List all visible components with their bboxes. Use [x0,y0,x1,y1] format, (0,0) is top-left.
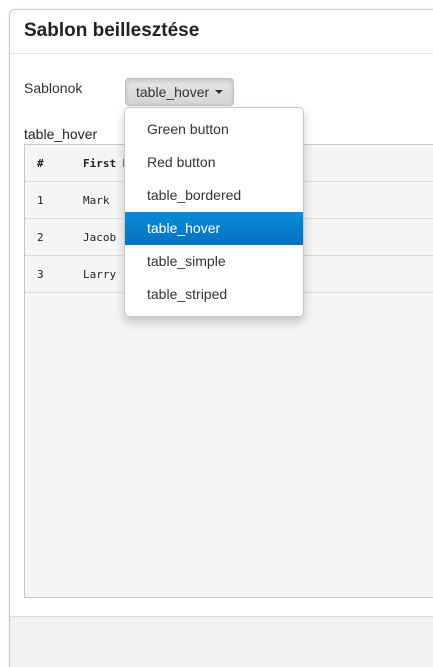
caret-down-icon [215,90,224,94]
template-dropdown-menu: Green button Red button table_bordered t… [124,107,304,317]
table-header-cell: # [25,145,83,182]
dropdown-item-green-button[interactable]: Green button [125,113,303,146]
dropdown-item-table-striped[interactable]: table_striped [125,278,303,311]
dropdown-item-table-simple[interactable]: table_simple [125,245,303,278]
dropdown-item-table-bordered[interactable]: table_bordered [125,179,303,212]
dialog-title: Sablon beillesztése [24,20,200,41]
preview-label: table_hover [24,126,98,142]
template-toolbar: Sablonok [24,80,82,96]
dropdown-item-red-button[interactable]: Red button [125,146,303,179]
templates-label: Sablonok [24,80,83,96]
dialog-header: Sablon beillesztése [10,10,433,54]
template-select-button[interactable]: table_hover [125,78,235,106]
table-cell: 3 [25,255,83,293]
table-cell: 1 [25,181,83,219]
table-cell: 2 [25,218,83,256]
template-select-value: table_hover [136,84,210,100]
dropdown-item-table-hover[interactable]: table_hover [125,212,303,245]
dialog-footer [10,616,433,667]
